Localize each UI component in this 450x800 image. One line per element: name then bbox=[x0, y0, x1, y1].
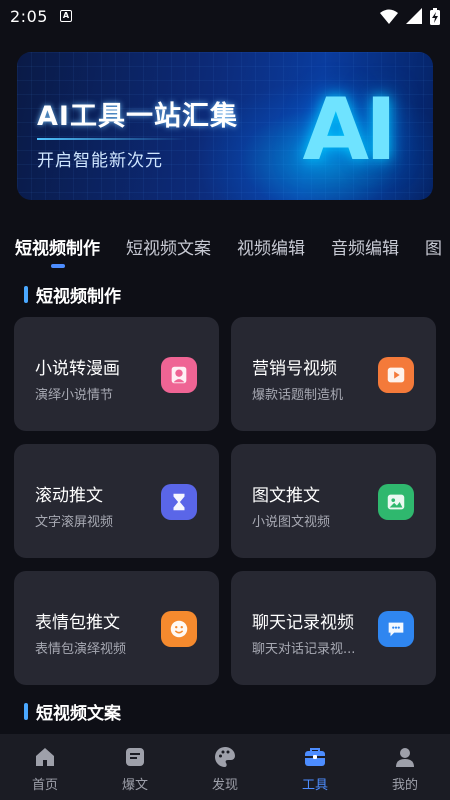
person-icon bbox=[392, 744, 418, 770]
section-accent-bar bbox=[24, 703, 28, 720]
tool-card-meme-post[interactable]: 表情包推文 表情包演绎视频 bbox=[14, 571, 219, 685]
nav-home[interactable]: 首页 bbox=[5, 744, 85, 793]
tool-card-marketing-video[interactable]: 营销号视频 爆款话题制造机 bbox=[231, 317, 436, 431]
section-header: 短视频文案 bbox=[24, 699, 121, 724]
status-icons bbox=[380, 7, 440, 25]
notification-a-icon: A bbox=[59, 10, 72, 22]
card-title: 聊天记录视频 bbox=[252, 613, 354, 633]
nav-label: 工具 bbox=[301, 777, 328, 793]
promo-banner[interactable]: AI工具一站汇集 开启智能新次元 AI bbox=[17, 52, 433, 200]
tab-short-video-production[interactable]: 短视频制作 bbox=[15, 228, 100, 268]
nav-hot-articles[interactable]: 爆文 bbox=[95, 744, 175, 793]
section-title: 短视频制作 bbox=[36, 287, 121, 307]
banner-subtitle: 开启智能新次元 bbox=[37, 151, 163, 171]
nav-profile[interactable]: 我的 bbox=[365, 744, 445, 793]
section-accent-bar bbox=[24, 286, 28, 303]
tab-image[interactable]: 图 bbox=[425, 228, 442, 268]
chat-bubble-icon bbox=[374, 608, 414, 647]
banner-title: AI工具一站汇集 bbox=[37, 101, 238, 132]
tab-video-editing[interactable]: 视频编辑 bbox=[237, 228, 305, 268]
tool-card-chat-video[interactable]: 聊天记录视频 聊天对话记录视... bbox=[231, 571, 436, 685]
bottom-navigation: 首页 爆文 发现 工具 我的 bbox=[0, 734, 450, 800]
card-description: 表情包演绎视频 bbox=[35, 642, 127, 657]
section-title: 短视频文案 bbox=[36, 704, 121, 724]
tool-card-scrolling-post[interactable]: 滚动推文 文字滚屏视频 bbox=[14, 444, 219, 558]
nav-tools[interactable]: 工具 bbox=[275, 744, 355, 793]
card-title: 图文推文 bbox=[252, 486, 320, 506]
active-tab-indicator bbox=[51, 264, 65, 268]
card-description: 演绎小说情节 bbox=[35, 388, 114, 403]
nav-discover[interactable]: 发现 bbox=[185, 744, 265, 793]
banner-ai-logo: AI bbox=[302, 80, 397, 180]
status-time: 2:05 bbox=[10, 6, 48, 26]
card-title: 表情包推文 bbox=[35, 613, 120, 633]
card-title: 小说转漫画 bbox=[35, 359, 120, 379]
banner-divider bbox=[37, 138, 187, 140]
home-icon bbox=[32, 744, 58, 770]
wifi-icon bbox=[380, 9, 398, 24]
card-description: 爆款话题制造机 bbox=[252, 388, 344, 403]
palette-icon bbox=[212, 744, 238, 770]
smile-icon bbox=[157, 608, 197, 647]
status-bar: 2:05 A bbox=[0, 0, 450, 32]
card-description: 文字滚屏视频 bbox=[35, 515, 114, 530]
image-edit-icon bbox=[374, 481, 414, 520]
battery-charging-icon bbox=[430, 7, 440, 25]
tool-card-image-text-post[interactable]: 图文推文 小说图文视频 bbox=[231, 444, 436, 558]
toolbox-icon bbox=[302, 744, 328, 770]
nav-label: 发现 bbox=[211, 777, 238, 793]
section-header: 短视频制作 bbox=[24, 282, 121, 307]
category-tabs: 短视频制作 短视频文案 视频编辑 音频编辑 图 bbox=[0, 228, 450, 268]
card-title: 营销号视频 bbox=[252, 359, 337, 379]
nav-label: 我的 bbox=[391, 777, 418, 793]
nav-label: 首页 bbox=[31, 777, 58, 793]
tab-short-video-copy[interactable]: 短视频文案 bbox=[126, 228, 211, 268]
card-title: 滚动推文 bbox=[35, 486, 103, 506]
document-icon bbox=[122, 744, 148, 770]
nav-label: 爆文 bbox=[121, 777, 148, 793]
tab-audio-editing[interactable]: 音频编辑 bbox=[331, 228, 399, 268]
cell-signal-icon bbox=[406, 8, 422, 24]
hourglass-icon bbox=[157, 481, 197, 520]
card-description: 聊天对话记录视... bbox=[252, 642, 356, 657]
play-video-icon bbox=[374, 354, 414, 393]
card-description: 小说图文视频 bbox=[252, 515, 331, 530]
tool-card-novel-to-comic[interactable]: 小说转漫画 演绎小说情节 bbox=[14, 317, 219, 431]
user-face-icon bbox=[157, 354, 197, 393]
